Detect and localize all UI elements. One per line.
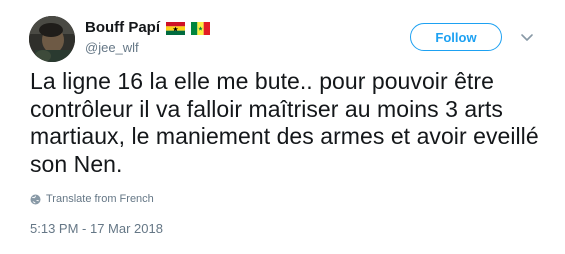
translate-label: Translate from French <box>46 193 154 205</box>
follow-button[interactable]: Follow <box>410 23 502 51</box>
author-block: Bouff Papí @jee_wlf <box>85 19 210 56</box>
author-display-name[interactable]: Bouff Papí <box>85 19 160 37</box>
ghana-flag-icon <box>166 21 185 35</box>
author-handle[interactable]: @jee_wlf <box>85 40 210 56</box>
chevron-down-icon[interactable] <box>519 29 535 45</box>
globe-icon <box>30 194 41 205</box>
tweet-text: La ligne 16 la elle me bute.. pour pouvo… <box>30 68 539 177</box>
tweet-card: Bouff Papí @jee_wlf Follow La ligne 16 l… <box>0 0 565 254</box>
avatar[interactable] <box>29 16 75 62</box>
translate-link[interactable]: Translate from French <box>30 193 154 205</box>
avatar-image <box>29 16 75 62</box>
author-name-row: Bouff Papí <box>85 19 210 37</box>
tweet-timestamp[interactable]: 5:13 PM - 17 Mar 2018 <box>30 221 163 236</box>
senegal-flag-icon <box>191 21 210 35</box>
